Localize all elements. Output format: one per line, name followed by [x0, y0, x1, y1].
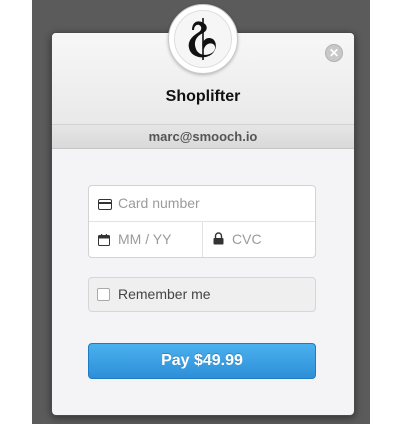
card-number-field[interactable]: Card number	[89, 186, 315, 221]
lock-icon	[213, 232, 224, 250]
store-name: Shoplifter	[165, 88, 241, 105]
close-button[interactable]: ✕	[325, 44, 343, 62]
cvc-field[interactable]: CVC	[203, 222, 315, 257]
card-number-row[interactable]: Card number	[89, 186, 315, 222]
cvc-input[interactable]: CVC	[232, 231, 262, 247]
pay-button[interactable]: Pay $49.99	[88, 343, 316, 379]
card-details-box: Card number MM / YY CVC	[88, 185, 316, 258]
remember-me-label: Remember me	[118, 286, 211, 302]
expiry-field[interactable]: MM / YY	[89, 222, 202, 257]
user-email: marc@smooch.io	[52, 125, 354, 149]
payment-modal: ✕ Shoplifter marc@smooch.io Card number	[51, 32, 355, 416]
remember-me-toggle[interactable]: Remember me	[88, 277, 316, 312]
expiry-input[interactable]: MM / YY	[118, 231, 171, 247]
credit-card-icon	[98, 197, 112, 215]
expiry-cvc-row: MM / YY CVC	[89, 222, 315, 257]
calendar-icon	[98, 233, 110, 251]
store-logo-icon	[188, 18, 216, 60]
store-logo	[168, 4, 238, 74]
close-icon: ✕	[328, 46, 340, 60]
card-number-input[interactable]: Card number	[118, 195, 200, 211]
remember-me-checkbox[interactable]	[97, 288, 110, 301]
